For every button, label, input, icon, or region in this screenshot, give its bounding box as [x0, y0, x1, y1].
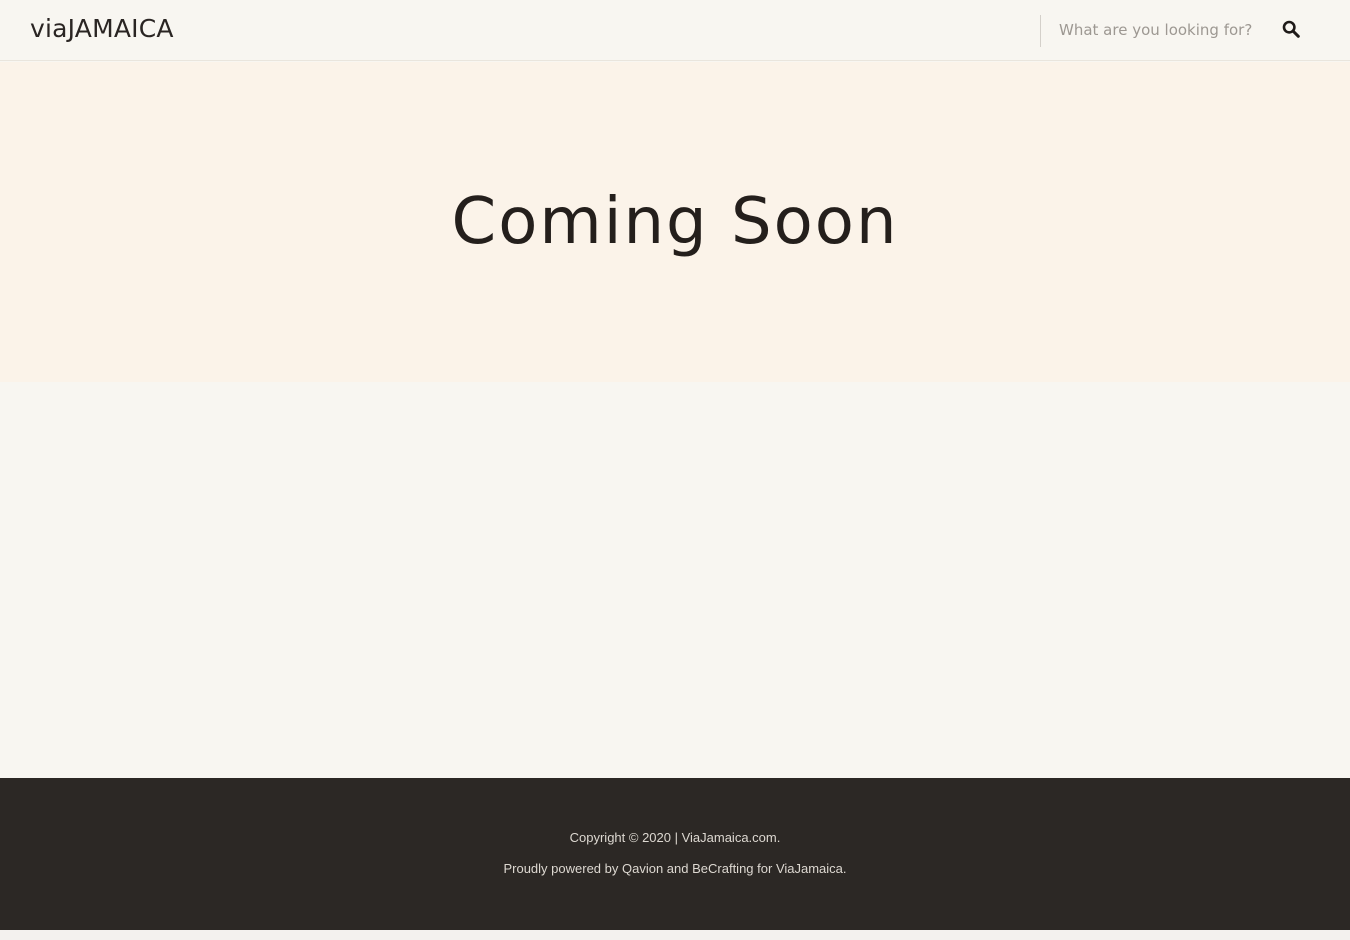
qavion-link[interactable]: Qavion [622, 861, 663, 876]
bottom-strip [0, 930, 1350, 940]
powered-by-line: Proudly powered by Qavion and BeCrafting… [0, 861, 1350, 876]
copyright-suffix: . [776, 830, 781, 845]
search-icon [1282, 20, 1300, 38]
site-footer: Copyright © 2020 | ViaJamaica.com. Proud… [0, 778, 1350, 930]
powered-suffix: . [842, 861, 847, 876]
viajamaica-link[interactable]: ViaJamaica [776, 861, 843, 876]
powered-and: and [663, 861, 693, 876]
powered-for: for [753, 861, 776, 876]
copyright-site-link[interactable]: ViaJamaica.com [682, 830, 777, 845]
hero-banner: Coming Soon [0, 62, 1350, 382]
powered-prefix: Proudly powered by [503, 861, 622, 876]
search-button[interactable] [1278, 16, 1304, 42]
page-title: Coming Soon [451, 185, 899, 259]
search-divider [1040, 15, 1041, 47]
becrafting-link[interactable]: BeCrafting [692, 861, 753, 876]
site-logo[interactable]: viaJAMAICA [30, 14, 174, 43]
main-content [0, 382, 1350, 778]
copyright-line: Copyright © 2020 | ViaJamaica.com. [0, 830, 1350, 845]
search-input[interactable] [1050, 14, 1270, 46]
site-header: viaJAMAICA [0, 0, 1350, 61]
copyright-prefix: Copyright © 2020 | [569, 830, 682, 845]
